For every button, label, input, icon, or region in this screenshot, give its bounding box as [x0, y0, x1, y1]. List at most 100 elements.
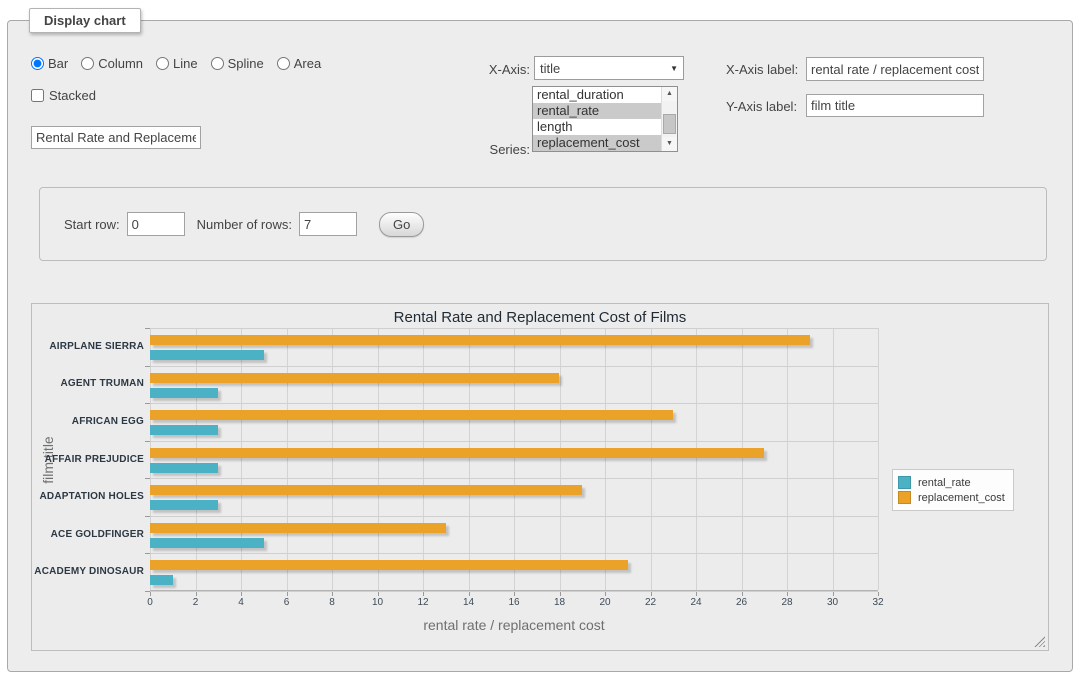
gridline [469, 328, 470, 590]
rows-form: Start row: Number of rows: Go [39, 187, 1047, 261]
start-row-input[interactable] [127, 212, 185, 236]
chart-type-radio-bar[interactable] [31, 57, 44, 70]
chart-type-radio-line[interactable] [156, 57, 169, 70]
chart-type-option-line[interactable]: Line [156, 56, 198, 71]
listbox-scrollbar[interactable]: ▲ ▼ [661, 87, 677, 151]
chart-title-input[interactable] [31, 126, 201, 149]
y-tick-mark [145, 441, 150, 442]
y-tick-mark [145, 328, 150, 329]
x-axis-field-label: X-Axis: [438, 62, 530, 77]
scroll-down-button[interactable]: ▼ [662, 137, 677, 151]
y-tick-mark [145, 478, 150, 479]
gridline [878, 328, 879, 590]
scroll-thumb[interactable] [663, 114, 676, 134]
y-tick-mark [145, 591, 150, 592]
gridline [651, 328, 652, 590]
x-tick-mark [287, 592, 288, 596]
chart-type-group: Bar Column Line Spline Area [31, 56, 334, 71]
x-tick-mark [651, 592, 652, 596]
series-listbox[interactable]: rental_durationrental_ratelengthreplacem… [532, 86, 678, 152]
x-tick-mark [605, 592, 606, 596]
gridline [833, 328, 834, 590]
x-tick-mark [742, 592, 743, 596]
x-axis-label-input[interactable] [806, 57, 984, 81]
x-tick-label: 8 [317, 597, 347, 608]
x-tick-mark [696, 592, 697, 596]
x-tick-label: 10 [363, 597, 393, 608]
y-tick-mark [145, 553, 150, 554]
x-tick-label: 0 [135, 597, 165, 608]
x-tick-mark [332, 592, 333, 596]
series-option-rental_rate[interactable]: rental_rate [533, 103, 661, 119]
bar-rental_rate-ace-goldfinger [150, 538, 264, 548]
chart-type-radio-area[interactable] [277, 57, 290, 70]
gridline [150, 516, 878, 517]
x-tick-label: 20 [590, 597, 620, 608]
x-axis-select[interactable]: title ▼ [534, 56, 684, 80]
x-tick-mark [241, 592, 242, 596]
resize-grip-icon[interactable] [1034, 636, 1045, 647]
scroll-up-button[interactable]: ▲ [662, 87, 677, 101]
y-axis-label-field-label: Y-Axis label: [726, 99, 797, 114]
display-chart-panel: Display chart BarColumnLineSplineArea St… [7, 20, 1073, 672]
gridline [150, 328, 878, 329]
y-tick-mark [145, 366, 150, 367]
chart-type-option-bar[interactable]: Bar [31, 56, 68, 71]
y-axis-label-input[interactable] [806, 94, 984, 117]
x-tick-label: 16 [499, 597, 529, 608]
x-tick-label: 18 [545, 597, 575, 608]
legend-label: rental_rate [918, 477, 971, 489]
series-field-label: Series: [438, 142, 530, 157]
gridline [560, 328, 561, 590]
chart-type-radio-spline[interactable] [211, 57, 224, 70]
x-tick-label: 32 [863, 597, 893, 608]
gridline [150, 366, 878, 367]
series-option-rental_duration[interactable]: rental_duration [533, 87, 661, 103]
bar-rental_rate-affair-prejudice [150, 463, 218, 473]
chart-type-radio-column[interactable] [81, 57, 94, 70]
number-of-rows-input[interactable] [299, 212, 357, 236]
gridline [150, 553, 878, 554]
panel-legend: Display chart [29, 8, 141, 33]
x-tick-mark [878, 592, 879, 596]
bar-replacement_cost-adaptation-holes [150, 485, 582, 495]
x-tick-mark [378, 592, 379, 596]
gridline [150, 441, 878, 442]
y-tick-mark [145, 403, 150, 404]
gridline [150, 328, 151, 590]
chart-legend: rental_rate replacement_cost [892, 469, 1014, 511]
bar-replacement_cost-agent-truman [150, 373, 559, 383]
chart-type-option-spline[interactable]: Spline [211, 56, 264, 71]
y-tick-label: AFFAIR PREJUDICE [34, 454, 144, 465]
chart-type-label: Area [294, 56, 321, 71]
bar-replacement_cost-african-egg [150, 410, 673, 420]
y-tick-label: AFRICAN EGG [34, 416, 144, 427]
bar-replacement_cost-affair-prejudice [150, 448, 764, 458]
gridline [514, 328, 515, 590]
legend-item: rental_rate [898, 476, 1005, 489]
series-option-length[interactable]: length [533, 119, 661, 135]
bar-rental_rate-airplane-sierra [150, 350, 264, 360]
start-row-label: Start row: [64, 217, 120, 232]
x-tick-label: 6 [272, 597, 302, 608]
x-tick-mark [150, 592, 151, 596]
stacked-checkbox[interactable] [31, 89, 44, 102]
series-option-replacement_cost[interactable]: replacement_cost [533, 135, 661, 151]
x-tick-label: 24 [681, 597, 711, 608]
gridline [378, 328, 379, 590]
stacked-option[interactable]: Stacked [31, 88, 96, 103]
y-tick-label: ACE GOLDFINGER [34, 529, 144, 540]
legend-label: replacement_cost [918, 492, 1005, 504]
y-tick-label: ADAPTATION HOLES [34, 491, 144, 502]
rental_rate-swatch-icon [898, 476, 911, 489]
chart-type-option-column[interactable]: Column [81, 56, 143, 71]
chart-type-option-area[interactable]: Area [277, 56, 321, 71]
x-tick-mark [560, 592, 561, 596]
x-tick-label: 22 [636, 597, 666, 608]
x-tick-mark [469, 592, 470, 596]
go-button[interactable]: Go [379, 212, 424, 237]
series-options: rental_durationrental_ratelengthreplacem… [533, 87, 661, 151]
legend-item: replacement_cost [898, 491, 1005, 504]
y-tick-label: AGENT TRUMAN [34, 378, 144, 389]
replacement_cost-swatch-icon [898, 491, 911, 504]
